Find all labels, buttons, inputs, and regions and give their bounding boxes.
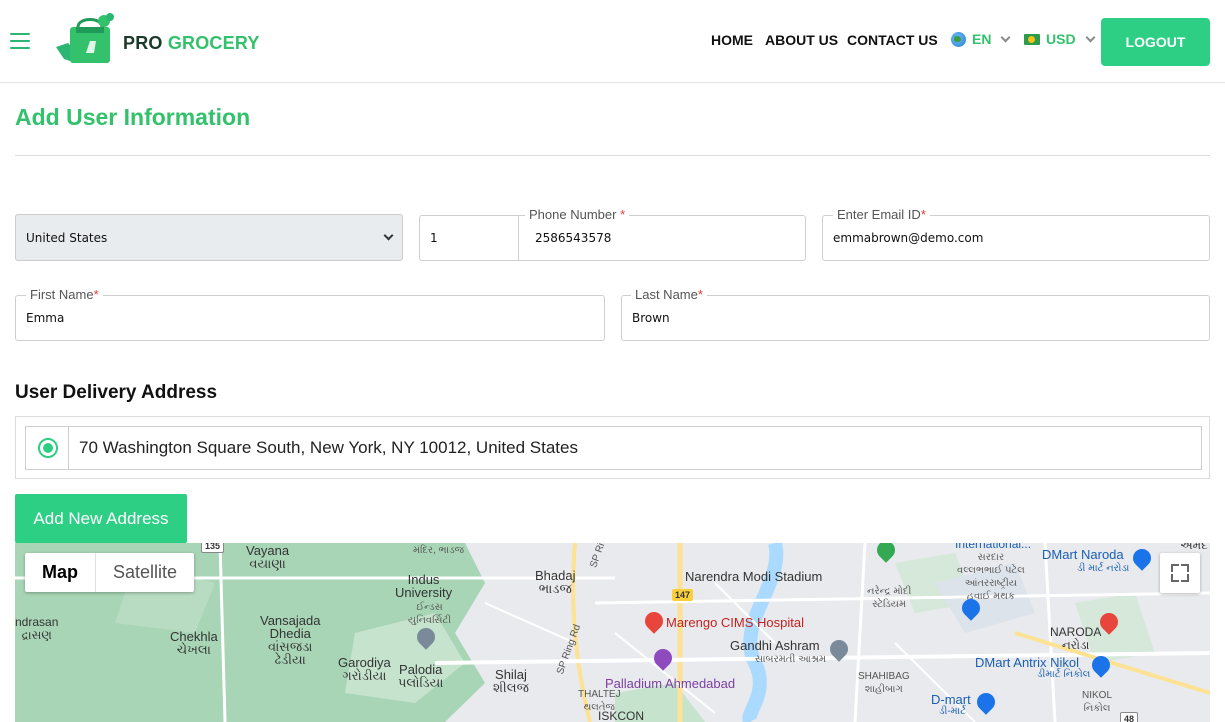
map-label: Bhadaj ભાડજ: [535, 568, 576, 596]
map-label: ndrasan દ્રાસણ: [15, 615, 59, 642]
brand-pro: PRO: [123, 33, 163, 53]
top-header: PRO GROCERY HOME ABOUT US CONTACT US EN …: [0, 0, 1225, 83]
map-view-button[interactable]: Map: [25, 553, 96, 592]
map-label: મંદિર, ભાડજ: [413, 545, 465, 556]
map-label: ISKCON: [598, 709, 645, 722]
currency-label: USD: [1046, 31, 1076, 47]
fullscreen-icon-corner: [1181, 574, 1189, 582]
country-select[interactable]: United States: [15, 214, 403, 261]
globe-icon: [951, 31, 966, 47]
map-type-toggle: Map Satellite: [25, 553, 195, 592]
brand-name: PRO GROCERY: [123, 33, 260, 54]
nav-about-us[interactable]: ABOUT US: [765, 32, 838, 48]
email-field[interactable]: Enter Email ID* emmabrown@demo.com: [822, 207, 1210, 261]
address-map[interactable]: Vayana વયાણા મંદિર, ભાડજ Indus University …: [15, 543, 1210, 722]
map-label: Shilaj શીલજ: [493, 667, 529, 695]
map-label: Garodiya ગરોડીયા: [338, 655, 391, 683]
language-selector[interactable]: EN: [951, 31, 1011, 47]
logout-button[interactable]: LOGOUT: [1101, 18, 1210, 66]
last-name-value: Brown: [632, 311, 670, 325]
first-name-label: First Name*: [26, 287, 103, 302]
map-label: ડી માર્ટ નરોડા: [1077, 563, 1130, 574]
map-label: અમદ: [1180, 543, 1208, 552]
map-label: સાબરમતી આશ્રમ: [755, 654, 827, 665]
fullscreen-icon: [1171, 564, 1179, 572]
map-label: Gandhi Ashram: [730, 638, 820, 653]
map-label: ઈન્ડસ યુનિવર્સિટી: [408, 602, 452, 626]
map-label: Palladium Ahmedabad: [605, 676, 736, 691]
phone-number-value: 2586543578: [535, 231, 612, 245]
first-name-value: Emma: [26, 311, 65, 325]
brand-grocery: GROCERY: [167, 33, 260, 53]
fullscreen-button[interactable]: [1160, 553, 1200, 593]
map-label: સરદાર વલ્લભભાઈ પટેલ આંતરરાષ્ટ્રીય હવાઈ મથક: [957, 552, 1025, 602]
nav-contact-us[interactable]: CONTACT US: [847, 32, 938, 48]
address-radio[interactable]: [25, 426, 69, 470]
last-name-field[interactable]: Last Name* Brown: [621, 287, 1210, 341]
chevron-down-icon: [383, 230, 394, 241]
address-list: 70 Washington Square South, New York, NY…: [15, 416, 1210, 479]
map-label: Indus University: [395, 572, 453, 600]
map-label: ડીમાર્ટ નિકોલ: [1037, 669, 1091, 680]
fullscreen-icon-corner: [1171, 574, 1179, 582]
email-label: Enter Email ID*: [833, 207, 930, 222]
nav-home[interactable]: HOME: [711, 32, 753, 48]
map-label: Narendra Modi Stadium: [685, 569, 823, 584]
country-select-value: United States: [26, 230, 108, 245]
map-label: ડી-માર્ટ: [939, 706, 967, 717]
email-value: emmabrown@demo.com: [833, 231, 984, 245]
last-name-label: Last Name*: [631, 287, 707, 302]
map-label: Vansajada Dhedia વાંસજડા ઢેડીયા: [260, 613, 321, 667]
fullscreen-icon-corner: [1181, 564, 1189, 572]
currency-selector[interactable]: USD: [1024, 31, 1096, 47]
map-label: DMart Naroda: [1042, 547, 1124, 562]
map-label: NIKOL નિકોલ: [1082, 690, 1113, 714]
satellite-view-button[interactable]: Satellite: [96, 553, 194, 592]
map-label: Chekhla ચેખલા: [170, 629, 218, 657]
road-shield: 135: [201, 543, 225, 553]
map-label: નરેન્દ્ર મોદી સ્ટેડિયમ: [867, 586, 912, 610]
map-label: Palodia પલોડિયા: [398, 662, 444, 690]
first-name-field[interactable]: First Name* Emma: [15, 287, 605, 341]
language-label: EN: [972, 31, 992, 47]
road-shield: 147: [672, 589, 694, 601]
hamburger-menu-icon[interactable]: [10, 33, 30, 51]
radio-selected-icon: [37, 438, 58, 458]
divider: [15, 155, 1210, 156]
add-new-address-button[interactable]: Add New Address: [15, 494, 187, 543]
delivery-address-title: User Delivery Address: [15, 382, 218, 403]
map-label: Marengo CIMS Hospital: [666, 615, 804, 630]
chevron-down-icon: [1001, 32, 1011, 42]
currency-flag-icon: [1024, 33, 1040, 45]
phone-code-value: 1: [430, 231, 438, 245]
map-label: NARODA નરોડા: [1050, 625, 1102, 652]
map-label: International...: [955, 543, 1032, 551]
phone-number-field[interactable]: Phone Number * 2586543578: [518, 207, 806, 261]
map-label: SHAHIBAG શાહીબાગ: [858, 671, 910, 695]
page-title: Add User Information: [15, 104, 251, 130]
phone-number-label: Phone Number *: [525, 207, 630, 222]
map-label: Vayana વયાણા: [246, 543, 290, 571]
chevron-down-icon: [1085, 32, 1096, 42]
phone-code-input[interactable]: 1: [419, 215, 519, 261]
address-input[interactable]: 70 Washington Square South, New York, NY…: [68, 426, 1202, 470]
road-shield: 48: [1120, 712, 1139, 722]
grocery-bag-icon: [56, 13, 114, 63]
